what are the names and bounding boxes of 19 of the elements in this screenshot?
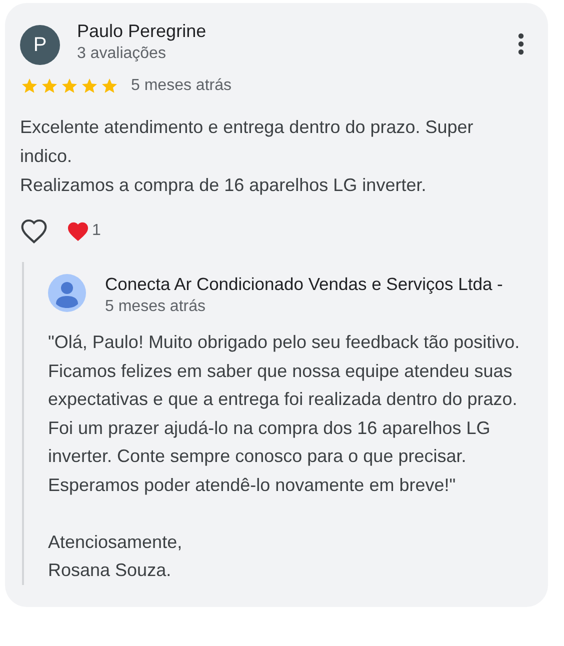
star-icon (40, 77, 59, 95)
star-icon (80, 77, 99, 95)
user-avatar-icon (48, 274, 86, 312)
reply-time: 5 meses atrás (105, 298, 206, 316)
avatar: P (20, 25, 60, 65)
more-options-icon[interactable] (518, 33, 524, 55)
review-time: 5 meses atrás (131, 77, 232, 95)
review-text: Excelente atendimento e entrega dentro do prazo. Super indico. Realizamos a compra de 16 aparelhos LG inverter. (20, 116, 474, 197)
reply-text: "Olá, Paulo! Muito obrigado pelo seu feedback tão positivo. Ficamos felizes em saber que nossa equipe atendeu suas expectativas e que a entrega foi realizada dentro do prazo. Foi um prazer ajudá-lo na compra dos 16 aparelhos LG inverter. Conte sempre conosco para o que precisar. Esperamos poder atendê-lo novamente em breve!" (48, 331, 521, 497)
reaction-count: 1 (92, 222, 101, 240)
like-button[interactable] (20, 218, 48, 244)
heart-icon (66, 220, 90, 242)
star-icon (20, 77, 39, 95)
review-count: 3 avaliações (77, 45, 167, 63)
reply-signoff: Atenciosamente, Rosana Souza. (48, 530, 184, 582)
star-icon (60, 77, 79, 95)
star-icon (100, 77, 119, 95)
reviewer-name[interactable]: Paulo Peregrine (77, 21, 501, 42)
business-name: Conecta Ar Condicionado Vendas e Serviços Ltda - (105, 274, 504, 295)
